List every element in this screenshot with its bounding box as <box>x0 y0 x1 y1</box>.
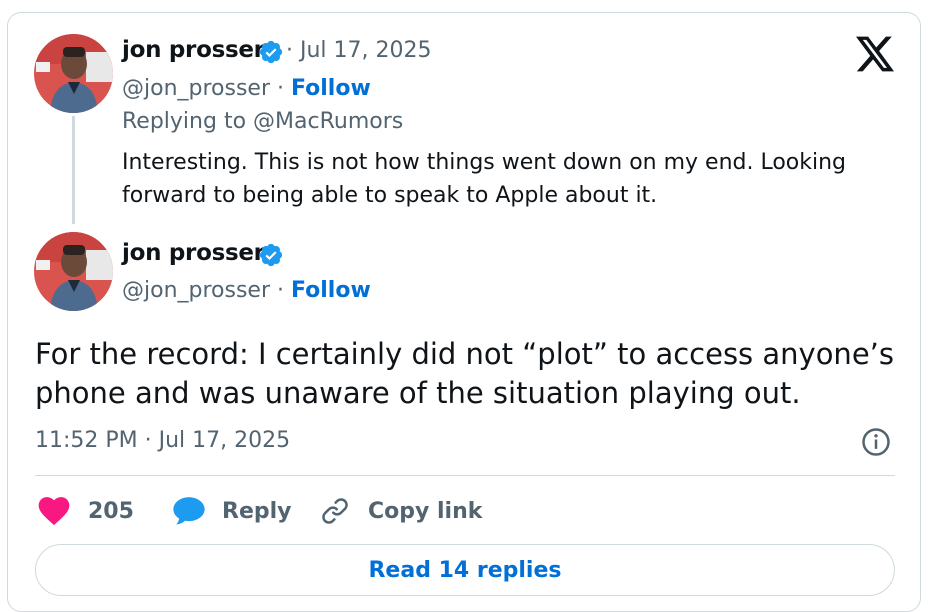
like-count: 205 <box>88 498 134 524</box>
main-tweet-text: For the record: I certainly did not “plo… <box>35 337 894 410</box>
author-handle[interactable]: @jon_prosser <box>122 76 270 101</box>
speech-bubble-icon <box>173 497 205 525</box>
reply-button[interactable]: Reply <box>172 493 292 529</box>
tweet-date[interactable]: · Jul 17, 2025 <box>286 38 432 63</box>
avatar[interactable] <box>34 232 113 311</box>
divider <box>35 475 895 476</box>
author-name[interactable]: jon prosser <box>122 37 265 63</box>
link-icon <box>322 498 348 524</box>
x-logo-icon[interactable] <box>856 36 894 72</box>
follow-button[interactable]: Follow <box>291 76 371 101</box>
info-icon[interactable] <box>861 427 891 457</box>
thread-connector-line <box>72 116 75 224</box>
tweet-timestamp[interactable]: 11:52 PM · Jul 17, 2025 <box>35 428 290 453</box>
author-handle-row: @jon_prosser · Follow <box>122 76 371 101</box>
reply-tweet-text: Interesting. This is not how things went… <box>122 150 847 208</box>
replying-to-label[interactable]: Replying to @MacRumors <box>122 109 403 134</box>
heart-icon <box>38 497 70 526</box>
copy-link-label: Copy link <box>368 498 483 524</box>
author-name[interactable]: jon prosser <box>122 240 265 266</box>
author-handle-row: @jon_prosser · Follow <box>122 278 371 303</box>
reply-label: Reply <box>222 498 292 524</box>
verified-badge-icon <box>259 40 283 64</box>
author-handle[interactable]: @jon_prosser <box>122 278 270 303</box>
follow-button[interactable]: Follow <box>291 278 371 303</box>
like-button[interactable]: 205 <box>38 493 134 529</box>
verified-badge-icon <box>259 243 283 267</box>
read-replies-label: Read 14 replies <box>368 557 562 583</box>
read-replies-button[interactable]: Read 14 replies <box>35 544 895 596</box>
avatar[interactable] <box>34 34 113 113</box>
copy-link-button[interactable]: Copy link <box>320 493 482 529</box>
